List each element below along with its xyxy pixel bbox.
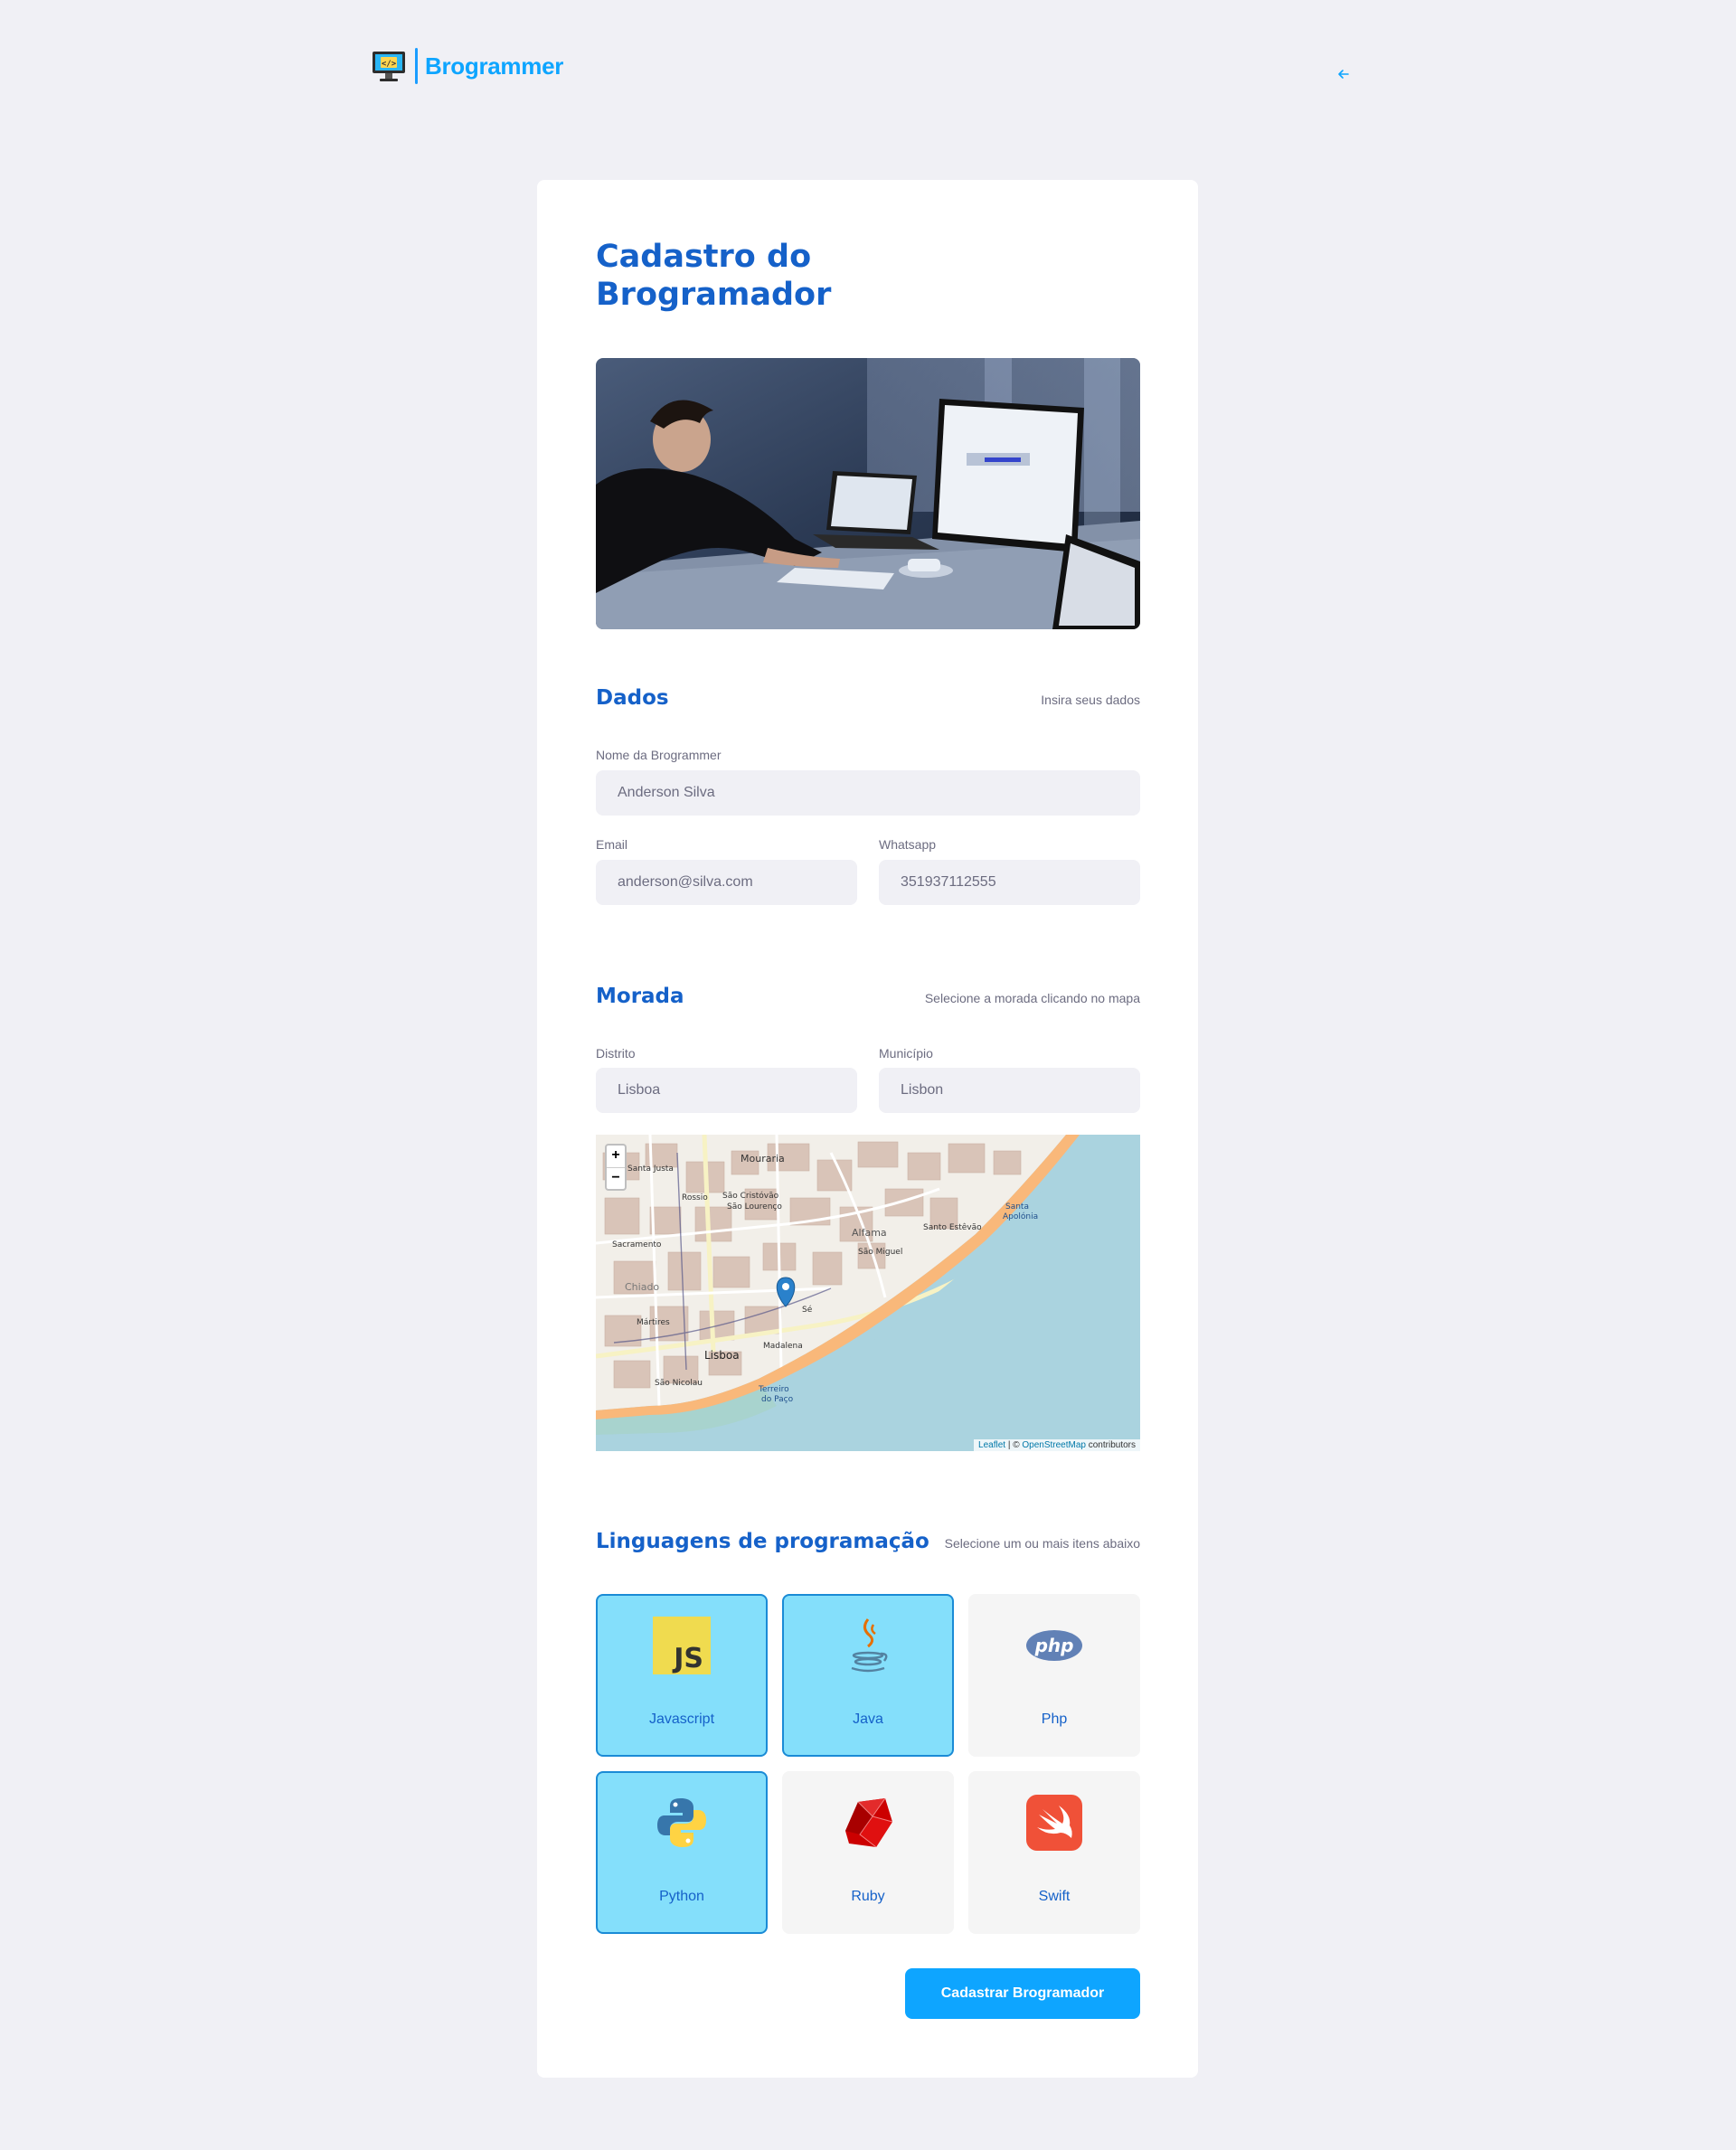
php-logo-icon: php <box>1024 1616 1084 1675</box>
language-label: Swift <box>1038 1889 1071 1904</box>
whatsapp-label: Whatsapp <box>879 837 937 852</box>
section-title-morada: Morada <box>596 985 684 1008</box>
language-item-ruby[interactable]: Ruby <box>782 1771 954 1934</box>
language-label: Ruby <box>851 1889 885 1904</box>
language-label: Java <box>853 1712 883 1727</box>
zoom-in-button[interactable]: + <box>607 1146 625 1167</box>
section-title-dados: Dados <box>596 686 669 710</box>
svg-text:php: php <box>1034 1635 1074 1656</box>
language-label: Python <box>659 1889 704 1904</box>
svg-text:São Nicolau: São Nicolau <box>655 1379 703 1388</box>
section-hint-linguagens: Selecione um ou mais itens abaixo <box>944 1536 1140 1551</box>
page-title: Cadastro do Brogramador <box>596 239 832 313</box>
svg-text:JS: JS <box>672 1643 703 1674</box>
map-attribution: Leaflet | © OpenStreetMap contributors <box>974 1439 1140 1451</box>
municipio-label: Município <box>879 1046 933 1061</box>
name-label: Nome da Brogrammer <box>596 748 722 762</box>
svg-text:Sacramento: Sacramento <box>612 1240 662 1249</box>
svg-text:Madalena: Madalena <box>763 1342 803 1351</box>
email-label: Email <box>596 837 628 852</box>
svg-text:do Paço: do Paço <box>761 1395 794 1404</box>
registration-form: Cadastro do Brogramador Dados Insira seu… <box>537 180 1198 2078</box>
languages-grid: JS Javascript Java php Php Python Ruby S… <box>596 1594 1140 1934</box>
svg-text:</>: </> <box>382 60 397 69</box>
svg-text:São Cristóvão: São Cristóvão <box>722 1191 779 1201</box>
svg-text:Chiado: Chiado <box>625 1281 659 1293</box>
svg-text:Santa: Santa <box>1005 1202 1029 1212</box>
section-hint-dados: Insira seus dados <box>1041 693 1140 707</box>
language-item-php[interactable]: php Php <box>968 1594 1140 1757</box>
svg-text:Rossio: Rossio <box>682 1193 708 1202</box>
hero-image <box>596 358 1140 629</box>
language-item-javascript[interactable]: JS Javascript <box>596 1594 768 1757</box>
ruby-logo-icon <box>838 1793 898 1853</box>
language-item-swift[interactable]: Swift <box>968 1771 1140 1934</box>
java-logo-icon <box>838 1616 898 1675</box>
page-header: </> Brogrammer <box>0 0 1736 136</box>
section-hint-morada: Selecione a morada clicando no mapa <box>924 991 1140 1005</box>
python-logo-icon <box>652 1793 712 1853</box>
svg-text:Santa Justa: Santa Justa <box>627 1165 674 1174</box>
osm-link[interactable]: OpenStreetMap <box>1022 1440 1086 1450</box>
javascript-logo-icon: JS <box>652 1616 712 1675</box>
svg-text:Alfama: Alfama <box>852 1227 887 1239</box>
svg-text:Terreiro: Terreiro <box>758 1385 789 1394</box>
brand-name: Brogrammer <box>425 52 564 80</box>
zoom-out-button[interactable]: − <box>607 1167 625 1189</box>
leaflet-link[interactable]: Leaflet <box>978 1440 1005 1450</box>
municipio-input[interactable] <box>879 1068 1140 1113</box>
name-input[interactable] <box>596 770 1140 816</box>
svg-text:Mártires: Mártires <box>637 1318 670 1327</box>
svg-text:São Lourenço: São Lourenço <box>727 1202 782 1212</box>
arrow-left-icon[interactable] <box>1335 65 1353 83</box>
svg-text:Lisboa: Lisboa <box>704 1349 740 1362</box>
svg-text:São Miguel: São Miguel <box>858 1248 902 1257</box>
computer-code-icon: </> <box>370 47 408 85</box>
map-zoom-control: + − <box>605 1144 627 1191</box>
language-label: Javascript <box>648 1712 715 1727</box>
language-item-java[interactable]: Java <box>782 1594 954 1757</box>
address-map[interactable]: Mouraria Santa Justa Rossio São Cristóvã… <box>596 1135 1140 1451</box>
language-label: Php <box>1041 1712 1068 1727</box>
map-label: Mouraria <box>741 1153 785 1165</box>
whatsapp-input[interactable] <box>879 860 1140 905</box>
language-item-python[interactable]: Python <box>596 1771 768 1934</box>
svg-text:Apolónia: Apolónia <box>1003 1212 1038 1221</box>
section-title-linguagens: Linguagens de programação <box>596 1530 929 1553</box>
logo-separator <box>415 48 418 84</box>
brand-logo[interactable]: </> Brogrammer <box>370 47 563 85</box>
svg-text:Santo Estêvão: Santo Estêvão <box>923 1222 982 1232</box>
distrito-label: Distrito <box>596 1046 636 1061</box>
submit-button[interactable]: Cadastrar Brogramador <box>905 1968 1140 2019</box>
distrito-input[interactable] <box>596 1068 857 1113</box>
swift-logo-icon <box>1024 1793 1084 1853</box>
email-input[interactable] <box>596 860 857 905</box>
svg-text:Sé: Sé <box>802 1305 813 1315</box>
